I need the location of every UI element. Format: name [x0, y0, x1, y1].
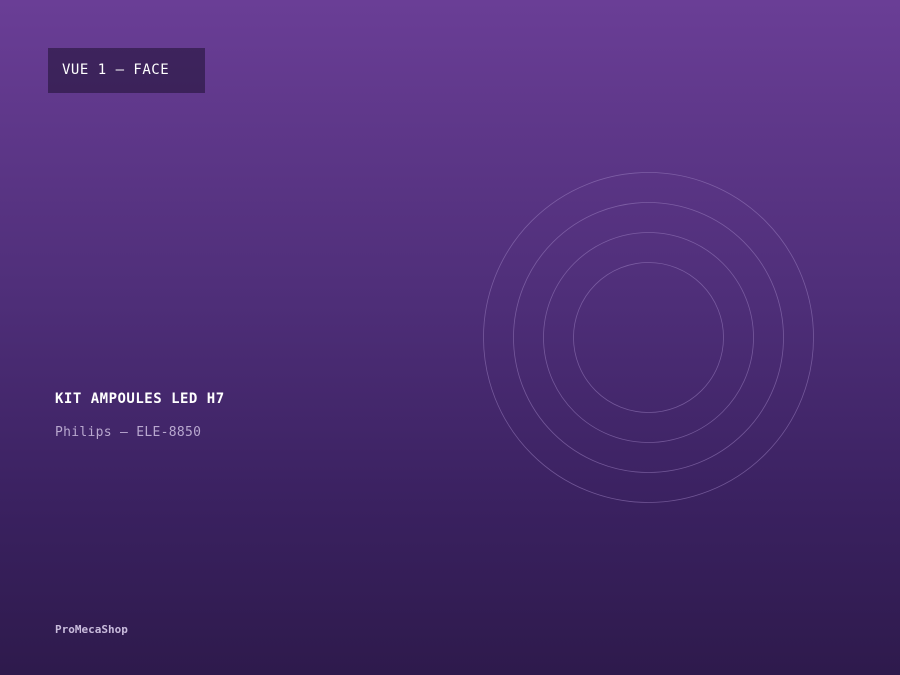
brand-name: ProMecaShop	[55, 623, 128, 636]
concentric-rings-graphic	[483, 172, 814, 503]
product-image-canvas: VUE 1 — FACE KIT AMPOULES LED H7 Philips…	[0, 0, 900, 675]
ring-outer	[483, 172, 814, 503]
ring-inner	[573, 262, 724, 413]
product-subtitle: Philips — ELE-8850	[55, 425, 202, 440]
product-title: KIT AMPOULES LED H7	[55, 391, 225, 407]
ring-second	[513, 202, 784, 473]
view-label-badge: VUE 1 — FACE	[48, 48, 205, 93]
ring-third	[543, 232, 754, 443]
